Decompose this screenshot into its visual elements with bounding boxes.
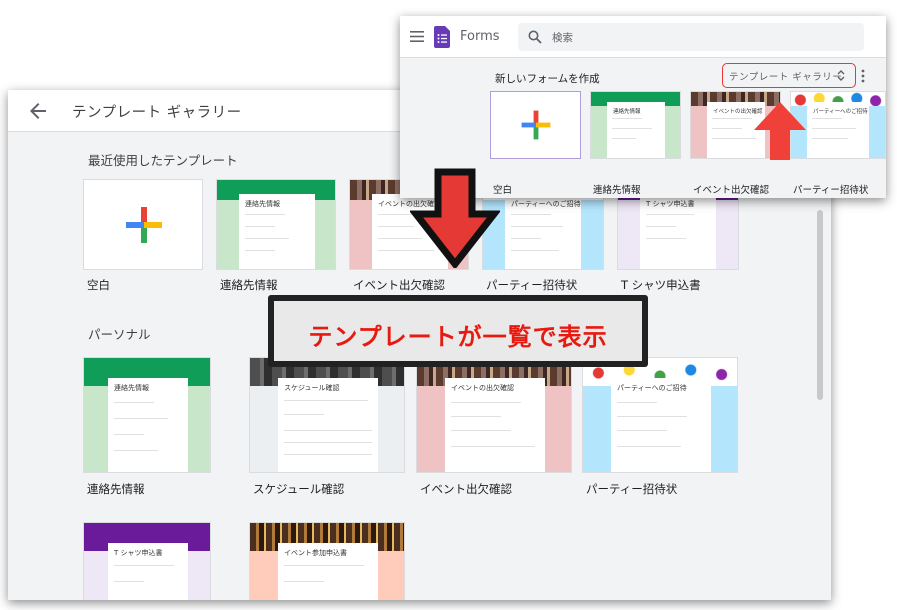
thumb-card: T シャツ申込書 <box>640 194 716 269</box>
arrow-back-icon[interactable] <box>26 99 50 123</box>
thumb-card-title: パーティーへのご招待 <box>813 109 868 115</box>
thumb-card: パーティーへのご招待 <box>807 102 869 158</box>
recent-tile-blank[interactable] <box>83 179 203 270</box>
personal-section-title: パーソナル <box>88 327 151 342</box>
annotation-callout-text: テンプレートが一覧で表示 <box>308 323 608 351</box>
forms-template-name-event: イベント出欠確認 <box>693 185 770 196</box>
personal-tile-tshirt[interactable]: T シャツ申込書 <box>83 522 211 600</box>
search-input[interactable]: 検索 <box>518 23 864 51</box>
thumb-card: パーティーへのご招待 <box>611 378 711 472</box>
recent-tile-name-party: パーティー招待状 <box>486 278 578 292</box>
thumb-card-title: スケジュール確認 <box>284 384 340 392</box>
thumb-card-title: パーティーへのご招待 <box>511 200 581 208</box>
thumb-card: T シャツ申込書 <box>108 543 188 600</box>
thumb-card: 連絡先情報 <box>108 378 188 472</box>
new-form-title: 新しいフォームを作成 <box>495 73 600 85</box>
personal-tile-contact[interactable]: 連絡先情報 <box>83 357 211 473</box>
template-gallery-button[interactable]: テンプレート ギャラリー <box>722 63 856 88</box>
unfold-more-icon <box>837 70 845 81</box>
recent-tile-name-blank: 空白 <box>87 278 110 292</box>
personal-tile-party[interactable]: パーティーへのご招待 <box>582 357 738 473</box>
red-down-arrow-annotation <box>410 168 500 268</box>
search-placeholder: 検索 <box>552 32 573 44</box>
thumb-card: 連絡先情報 <box>607 102 665 158</box>
thumb-card-title: T シャツ申込書 <box>114 549 163 557</box>
personal-tile-name-party: パーティー招待状 <box>586 482 678 496</box>
thumb-card: スケジュール確認 <box>278 378 378 472</box>
forms-template-contact[interactable]: 連絡先情報 <box>590 91 681 159</box>
annotation-callout-inner: テンプレートが一覧で表示 <box>274 301 642 361</box>
hamburger-menu-icon[interactable] <box>410 31 424 42</box>
screenshot-stage: テンプレート ギャラリー 最近使用したテンプレート 空白 連絡先情報 連絡先情報… <box>0 0 897 610</box>
thumb-card-title: 連絡先情報 <box>114 384 149 392</box>
forms-logo-icon[interactable] <box>434 26 450 48</box>
gallery-scrollbar[interactable] <box>817 210 823 400</box>
thumb-card-title: イベントの出欠確認 <box>451 384 514 392</box>
forms-template-name-contact: 連絡先情報 <box>593 185 641 196</box>
thumb-card: イベントの出欠確認 <box>445 378 545 472</box>
thumb-card-title: パーティーへのご招待 <box>617 384 687 392</box>
recent-tile-name-event: イベント出欠確認 <box>353 278 445 292</box>
gallery-title: テンプレート ギャラリー <box>72 105 242 121</box>
thumb-card-title: イベント参加申込書 <box>284 549 347 557</box>
personal-tile-name-contact: 連絡先情報 <box>87 482 145 496</box>
personal-tile-name-schedule: スケジュール確認 <box>253 482 345 496</box>
more-vert-icon[interactable] <box>858 68 868 84</box>
template-gallery-button-label: テンプレート ギャラリー <box>729 72 843 83</box>
personal-tile-event-application[interactable]: イベント参加申込書 <box>249 522 405 600</box>
recent-tile-name-tshirt: T シャツ申込書 <box>621 278 701 292</box>
forms-template-name-party: パーティー招待状 <box>793 185 869 196</box>
recent-section-title: 最近使用したテンプレート <box>88 153 238 168</box>
annotation-callout-box: テンプレートが一覧で表示 <box>268 295 648 367</box>
thumb-card: パーティーへのご招待 <box>505 194 581 269</box>
recent-tile-contact[interactable]: 連絡先情報 <box>216 179 336 270</box>
forms-header: Forms 検索 <box>400 16 886 58</box>
forms-app-name: Forms <box>460 29 500 44</box>
recent-tile-name-contact: 連絡先情報 <box>220 278 278 292</box>
colorful-plus-icon <box>521 110 551 140</box>
colorful-plus-icon <box>126 207 162 243</box>
red-up-arrow-annotation <box>754 102 806 160</box>
forms-template-blank[interactable] <box>490 91 581 159</box>
personal-tile-event[interactable]: イベントの出欠確認 <box>416 357 572 473</box>
thumb-card-title: 連絡先情報 <box>245 200 280 208</box>
thumb-card-title: T シャツ申込書 <box>646 200 695 208</box>
search-icon[interactable] <box>528 30 542 44</box>
thumb-card: 連絡先情報 <box>239 194 315 269</box>
thumb-card: イベント参加申込書 <box>278 543 378 600</box>
personal-tile-name-event: イベント出欠確認 <box>420 482 512 496</box>
personal-tile-schedule[interactable]: スケジュール確認 <box>249 357 405 473</box>
thumb-card-title: 連絡先情報 <box>613 109 641 115</box>
